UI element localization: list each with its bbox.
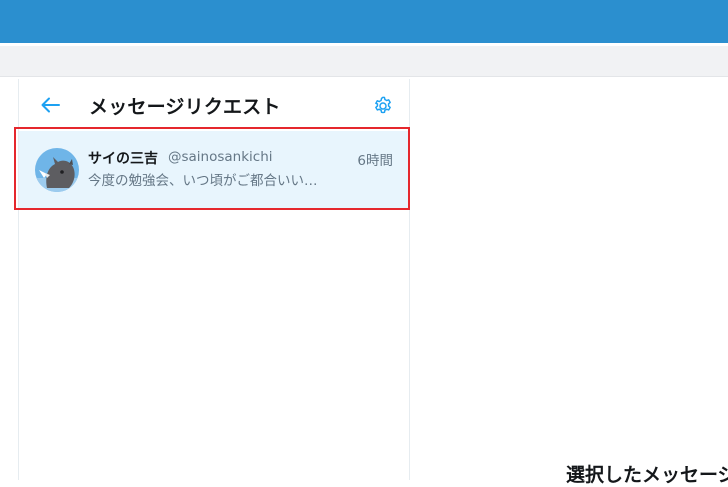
sender-handle: @sainosankichi <box>168 149 273 165</box>
empty-state-title: 選択したメッセージ <box>566 464 728 486</box>
message-requests-panel: メッセージリクエスト サイの三吉 @sainosankichi 6時間 今度の勉… <box>18 79 410 480</box>
sub-bar <box>0 46 728 77</box>
sender-name: サイの三吉 <box>88 151 158 167</box>
rhino-avatar[interactable] <box>35 148 79 192</box>
arrow-left-icon[interactable] <box>39 94 61 116</box>
message-preview: 今度の勉強会、いつ頃がご都合いい… <box>88 173 318 189</box>
page-title: メッセージリクエスト <box>89 96 281 118</box>
message-time: 6時間 <box>357 153 393 169</box>
panel-header: メッセージリクエスト <box>19 79 409 131</box>
conversation-row[interactable]: サイの三吉 @sainosankichi 6時間 今度の勉強会、いつ頃がご都合い… <box>19 131 409 208</box>
gear-icon[interactable] <box>372 95 394 117</box>
top-bar <box>0 0 728 43</box>
